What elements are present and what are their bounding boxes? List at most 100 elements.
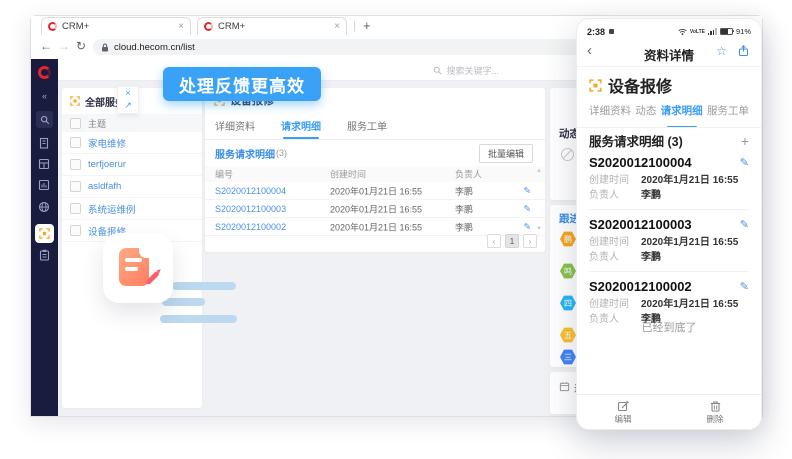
record-link[interactable]: asldfafh bbox=[88, 181, 121, 192]
edit-icon[interactable]: ✎ bbox=[523, 221, 531, 232]
search-icon[interactable] bbox=[36, 111, 53, 128]
avatar[interactable]: 鹏 bbox=[560, 231, 576, 247]
row-checkbox[interactable] bbox=[70, 203, 81, 214]
owner: 李鹏 bbox=[455, 184, 473, 197]
tab-close-icon[interactable]: × bbox=[334, 22, 340, 32]
add-icon[interactable]: + bbox=[741, 133, 749, 149]
next-page-button[interactable]: › bbox=[523, 234, 537, 248]
field-value: 2020年1月21日 16:55 bbox=[641, 233, 738, 248]
trash-icon bbox=[710, 400, 721, 412]
browser-tab-1[interactable]: CRM+ × bbox=[41, 17, 191, 35]
col-created: 创建时间 bbox=[330, 168, 366, 181]
created-time: 2020年01月21日 16:55 bbox=[330, 220, 422, 233]
list-item[interactable]: asldfafh bbox=[62, 176, 202, 198]
detail-tabs: 详细资料 请求明细 服务工单 bbox=[205, 112, 545, 140]
row-checkbox[interactable] bbox=[70, 181, 81, 192]
select-all-checkbox[interactable] bbox=[70, 118, 81, 129]
divider bbox=[577, 127, 761, 128]
list-item[interactable]: terfjoerur bbox=[62, 154, 202, 176]
record-id-link[interactable]: S2020012100004 bbox=[215, 186, 286, 196]
list-item[interactable]: 系统运维例 bbox=[62, 198, 202, 220]
created-time: 2020年01月21日 16:55 bbox=[330, 202, 422, 215]
table-row[interactable]: S2020012100004 2020年01月21日 16:55 李鹏 ✎ bbox=[205, 182, 545, 200]
avatar[interactable]: 三 bbox=[560, 349, 576, 365]
report-icon[interactable] bbox=[38, 179, 65, 191]
request-item[interactable]: S2020012100004 ✎ 创建时间2020年1月21日 16:55 负责… bbox=[589, 153, 749, 207]
share-icon[interactable] bbox=[738, 45, 749, 57]
back-icon[interactable]: ← bbox=[40, 39, 52, 53]
tab-service-order[interactable]: 服务工单 bbox=[707, 103, 749, 123]
battery-icon bbox=[720, 28, 733, 36]
edit-icon[interactable]: ✎ bbox=[523, 185, 531, 196]
browser-tab-2[interactable]: CRM+ × bbox=[197, 17, 347, 35]
batch-edit-button[interactable]: 批量编辑 bbox=[479, 144, 533, 163]
edit-icon[interactable]: ✎ bbox=[740, 280, 749, 293]
organization-icon[interactable] bbox=[38, 137, 65, 149]
search-placeholder: 搜索关键字... bbox=[446, 64, 499, 77]
end-of-list-text: 已经到底了 bbox=[577, 319, 761, 335]
tab-detail-info[interactable]: 详细资料 bbox=[589, 103, 631, 123]
row-checkbox[interactable] bbox=[70, 137, 81, 148]
record-link[interactable]: 系统运维例 bbox=[88, 202, 136, 216]
section-title: 服务请求明细 (3) bbox=[589, 131, 683, 150]
close-icon[interactable]: × bbox=[118, 87, 138, 99]
page-title: 资料详情 bbox=[577, 45, 761, 64]
owner: 李鹏 bbox=[455, 220, 473, 233]
edit-icon[interactable]: ✎ bbox=[740, 156, 749, 169]
record-link[interactable]: terfjoerur bbox=[88, 159, 126, 170]
tab-separator: | bbox=[353, 20, 356, 32]
request-id: S2020012100003 bbox=[589, 217, 692, 232]
field-label: 创建时间 bbox=[589, 295, 641, 310]
global-search-input[interactable]: 搜索关键字... bbox=[433, 64, 499, 77]
record-id-link[interactable]: S2020012100003 bbox=[215, 204, 286, 214]
prev-page-button[interactable]: ‹ bbox=[487, 234, 501, 248]
skeleton-line bbox=[162, 298, 205, 306]
service-module-active-icon[interactable] bbox=[35, 224, 54, 243]
tab-close-icon[interactable]: × bbox=[178, 22, 184, 32]
record-title: 设备报修 bbox=[608, 73, 672, 97]
request-id: S2020012100002 bbox=[589, 279, 692, 294]
globe-icon[interactable] bbox=[38, 201, 65, 213]
table-row[interactable]: S2020012100003 2020年01月21日 16:55 李鹏 ✎ bbox=[205, 200, 545, 218]
phone-tabs: 详细资料 动态 请求明细 服务工单 bbox=[589, 103, 749, 123]
scroll-up-icon[interactable]: ▲ bbox=[536, 168, 542, 174]
record-link[interactable]: 家电维修 bbox=[88, 136, 126, 150]
delete-action-button[interactable]: 删除 bbox=[669, 395, 761, 429]
reload-icon[interactable]: ↻ bbox=[76, 39, 86, 53]
avatar[interactable]: 五 bbox=[560, 327, 576, 343]
record-id-link[interactable]: S2020012100002 bbox=[215, 222, 286, 232]
forward-icon[interactable]: → bbox=[58, 39, 70, 53]
owner: 李鹏 bbox=[455, 202, 473, 215]
request-item[interactable]: S2020012100003 ✎ 创建时间2020年1月21日 16:55 负责… bbox=[589, 215, 749, 269]
edit-action-button[interactable]: 编辑 bbox=[577, 395, 669, 429]
current-page[interactable]: 1 bbox=[505, 234, 519, 248]
divider bbox=[577, 66, 761, 67]
list-item[interactable]: 家电维修 bbox=[62, 132, 202, 154]
phone-mockup: 2:38 VoLTE 91% ‹ 资料详情 ☆ 设备报修 详细资料 动态 请求明… bbox=[576, 18, 762, 430]
expand-icon[interactable]: ↗ bbox=[118, 99, 138, 111]
scroll-down-icon[interactable]: ▼ bbox=[536, 226, 542, 232]
request-id: S2020012100004 bbox=[589, 155, 692, 170]
star-icon[interactable]: ☆ bbox=[716, 44, 727, 58]
module-grid-icon[interactable] bbox=[38, 158, 65, 170]
field-label: 创建时间 bbox=[589, 171, 641, 186]
row-checkbox[interactable] bbox=[70, 159, 81, 170]
divider bbox=[589, 209, 749, 210]
edit-icon[interactable]: ✎ bbox=[523, 203, 531, 214]
new-tab-button[interactable]: + bbox=[363, 18, 371, 33]
avatar[interactable]: 四 bbox=[560, 295, 576, 311]
tab-service-order[interactable]: 服务工单 bbox=[347, 112, 387, 139]
status-app-icon bbox=[609, 29, 614, 34]
edit-icon[interactable]: ✎ bbox=[740, 218, 749, 231]
tab-request-detail[interactable]: 请求明细 bbox=[661, 103, 703, 123]
field-label: 负责人 bbox=[589, 186, 641, 201]
tab-detail-info[interactable]: 详细资料 bbox=[215, 112, 255, 139]
tab-title: CRM+ bbox=[62, 21, 178, 32]
tab-request-detail[interactable]: 请求明细 bbox=[281, 112, 321, 139]
tab-activity[interactable]: 动态 bbox=[635, 103, 656, 123]
collapse-sidebar-icon[interactable]: « bbox=[31, 91, 58, 101]
row-checkbox[interactable] bbox=[70, 225, 81, 236]
action-label: 编辑 bbox=[614, 413, 631, 425]
field-value: 李鹏 bbox=[641, 248, 661, 263]
avatar[interactable]: 鸣 bbox=[560, 263, 576, 279]
